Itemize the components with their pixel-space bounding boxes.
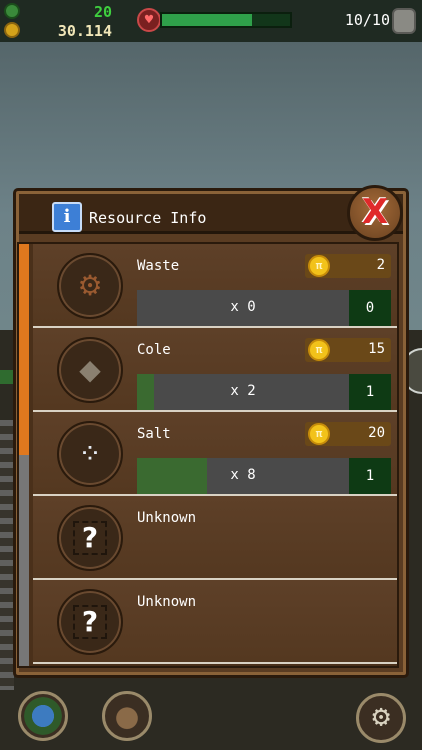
unknown-symbol: ? xyxy=(81,521,99,554)
map-button[interactable] xyxy=(18,691,68,741)
resource-name: Unknown xyxy=(137,510,197,526)
price-box: π 15 xyxy=(305,338,391,362)
multiplier-label: x 2 xyxy=(230,383,256,399)
resource-name: Waste xyxy=(137,258,180,274)
unknown-symbol: ? xyxy=(81,605,99,638)
health-bar xyxy=(160,12,292,28)
heart-icon: ♥ xyxy=(137,8,161,32)
coin-icon: π xyxy=(308,255,330,277)
resource-row-cole[interactable]: ◆ Cole π 15 x 2 1 xyxy=(33,328,397,412)
info-icon: i xyxy=(52,202,82,232)
bag-icon[interactable] xyxy=(392,8,416,34)
resource-counter: 20 xyxy=(93,3,112,21)
close-button[interactable]: X xyxy=(347,185,403,241)
owned-count: 1 xyxy=(349,374,391,410)
capacity-counter: 10/10 xyxy=(344,11,390,29)
coin-icon: π xyxy=(308,423,330,445)
collection-progress: x 0 xyxy=(137,290,349,326)
price-box: π 20 xyxy=(305,422,391,446)
price-value: 20 xyxy=(368,425,385,441)
coal-icon: ◆ xyxy=(57,337,123,403)
collection-progress: x 2 xyxy=(137,374,349,410)
price-value: 15 xyxy=(368,341,385,357)
settings-button[interactable]: ⚙ xyxy=(356,693,406,743)
multiplier-label: x 8 xyxy=(230,467,256,483)
question-icon: ? xyxy=(57,589,123,655)
resource-row-unknown[interactable]: ? Unknown xyxy=(33,496,397,580)
multiplier-label: x 0 xyxy=(230,299,256,315)
resource-row-unknown[interactable]: ? Unknown xyxy=(33,580,397,664)
salt-icon: ⁘ xyxy=(57,421,123,487)
scrollbar-track[interactable] xyxy=(19,244,29,666)
resource-name: Cole xyxy=(137,342,171,358)
price-value: 2 xyxy=(376,257,385,273)
resource-icon xyxy=(4,3,20,19)
coin-icon xyxy=(4,22,20,38)
price-box: π 2 xyxy=(305,254,391,278)
collection-progress: x 8 xyxy=(137,458,349,494)
coin-counter: 30.114 xyxy=(57,22,112,40)
coin-icon: π xyxy=(308,339,330,361)
resource-name: Unknown xyxy=(137,594,197,610)
resource-list[interactable]: ⚙ Waste π 2 x 0 0 ◆ Cole π 15 x 2 1 ⁘ Sa… xyxy=(17,242,399,668)
resource-row-salt[interactable]: ⁘ Salt π 20 x 8 1 xyxy=(33,412,397,496)
waste-icon: ⚙ xyxy=(57,253,123,319)
avatar-button[interactable] xyxy=(102,691,152,741)
health-bar-fill xyxy=(162,14,252,26)
pebble-wall xyxy=(0,420,14,690)
owned-count: 0 xyxy=(349,290,391,326)
panel-title: Resource Info xyxy=(89,209,207,227)
resource-name: Salt xyxy=(137,426,171,442)
owned-count: 1 xyxy=(349,458,391,494)
question-icon: ? xyxy=(57,505,123,571)
gear-icon: ⚙ xyxy=(371,699,391,734)
top-hud: 20 30.114 ♥ 10/10 xyxy=(0,0,422,42)
resource-row-waste[interactable]: ⚙ Waste π 2 x 0 0 xyxy=(33,244,397,328)
scrollbar-thumb[interactable] xyxy=(19,244,29,455)
